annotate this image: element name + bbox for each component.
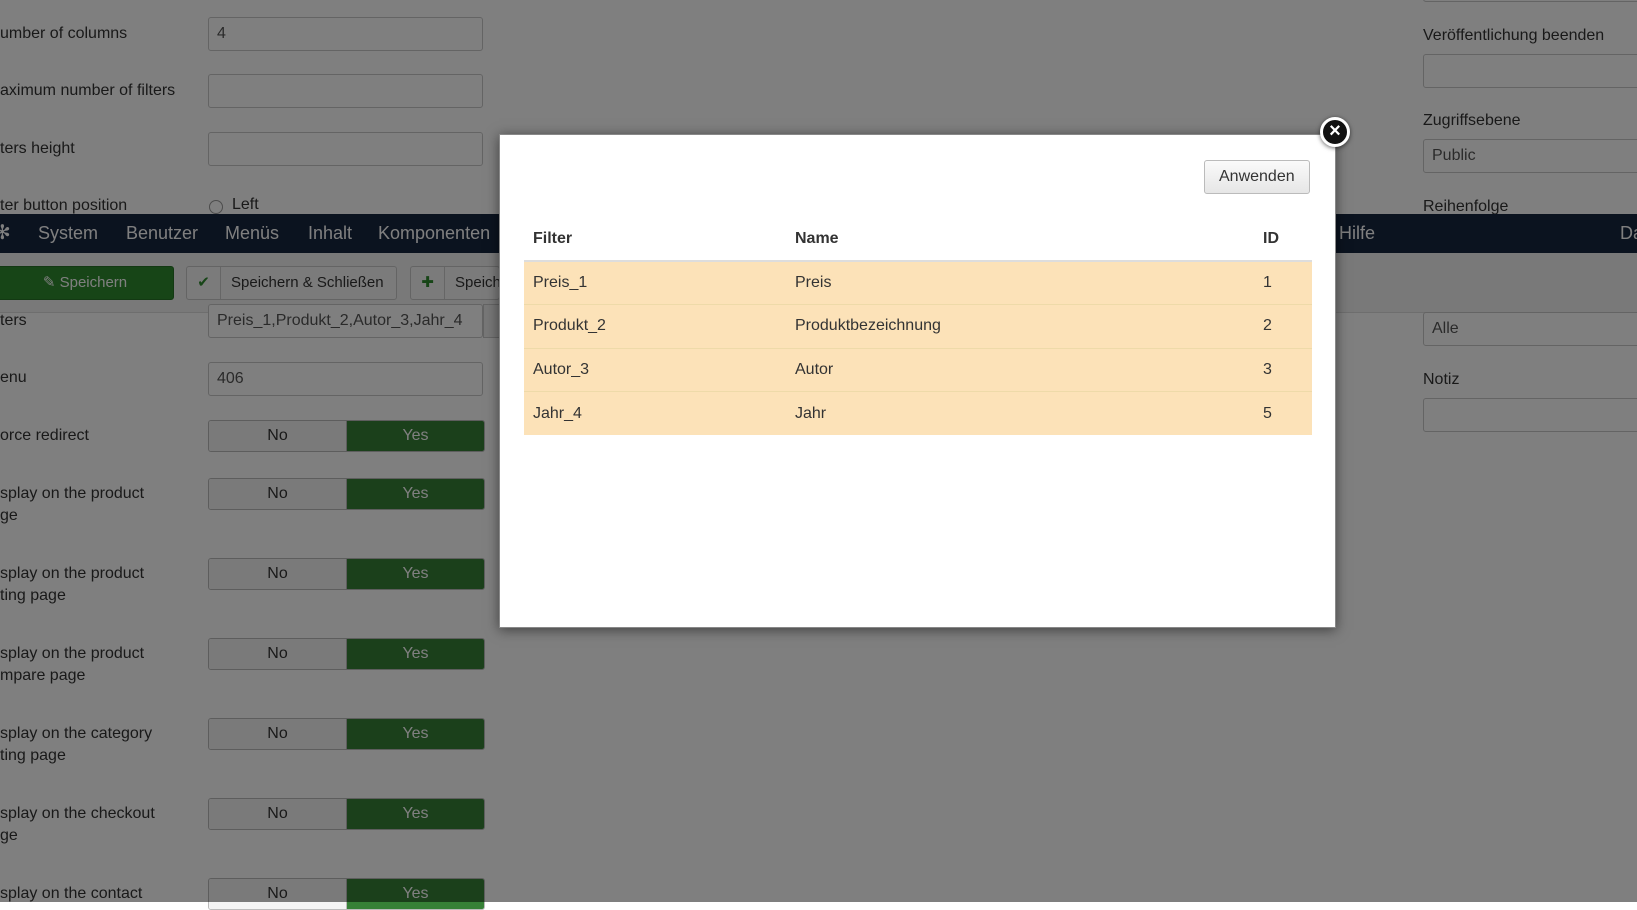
cell-filter: Jahr_4 [524,391,786,435]
cell-id: 1 [1254,260,1312,305]
column-name: Name [786,217,1254,262]
table-row[interactable]: Preis_1 Preis 1 [524,260,1312,305]
column-id: ID [1254,217,1312,262]
table-row[interactable]: Jahr_4 Jahr 5 [524,391,1312,435]
table-row[interactable]: Produkt_2 Produktbezeichnung 2 [524,304,1312,348]
cell-filter: Preis_1 [524,260,786,305]
cell-filter: Autor_3 [524,347,786,392]
cell-name: Produktbezeichnung [786,304,1254,348]
column-filter: Filter [524,217,786,262]
cell-id: 3 [1254,347,1312,392]
cell-id: 5 [1254,391,1312,435]
table-row[interactable]: Autor_3 Autor 3 [524,347,1312,392]
cell-name: Preis [786,260,1254,305]
cell-name: Autor [786,347,1254,392]
cell-id: 2 [1254,304,1312,348]
filter-modal: Anwenden Filter Name ID Preis_1 Preis 1 … [499,134,1336,628]
filter-table: Filter Name ID Preis_1 Preis 1 Produkt_2… [524,217,1312,435]
table-header-row: Filter Name ID [524,217,1312,262]
cell-filter: Produkt_2 [524,304,786,348]
cell-name: Jahr [786,391,1254,435]
apply-button[interactable]: Anwenden [1204,160,1310,194]
close-icon[interactable]: × [1320,117,1350,147]
